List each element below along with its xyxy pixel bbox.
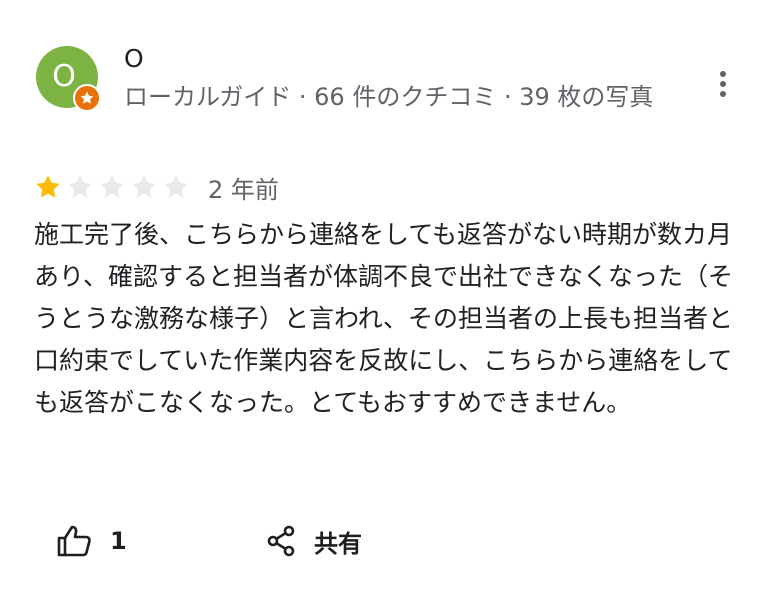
rating-row: 2 年前 [34, 170, 279, 204]
star-empty-icon [68, 175, 92, 198]
more-options-button[interactable] [708, 64, 738, 104]
avatar-initial: O [52, 58, 76, 94]
local-guide-star-icon [80, 91, 94, 104]
review-text: 施工完了後、こちらから連絡をしても返答がない時期が数カ月あり、確認すると担当者が… [34, 220, 734, 417]
review-card: O O ローカルガイド · 66 件のクチコミ · 39 枚の写真 2 年前 施… [0, 0, 782, 596]
star-empty-icon [100, 175, 124, 198]
share-icon [267, 525, 295, 557]
review-time: 2 年前 [208, 175, 279, 204]
like-button[interactable]: 1 [56, 521, 127, 561]
reviewer-meta: ローカルガイド · 66 件のクチコミ · 39 枚の写真 [124, 83, 654, 111]
thumb-up-icon [57, 525, 91, 557]
star-rating [34, 173, 194, 201]
star-filled-icon [36, 175, 60, 198]
reviewer-name[interactable]: O [124, 44, 144, 74]
share-button[interactable]: 共有 [266, 521, 362, 561]
more-vert-icon [720, 71, 726, 97]
star-empty-icon [132, 175, 156, 198]
share-label: 共有 [314, 529, 362, 558]
like-count: 1 [110, 527, 127, 555]
local-guide-badge [73, 84, 101, 112]
star-empty-icon [164, 175, 188, 198]
